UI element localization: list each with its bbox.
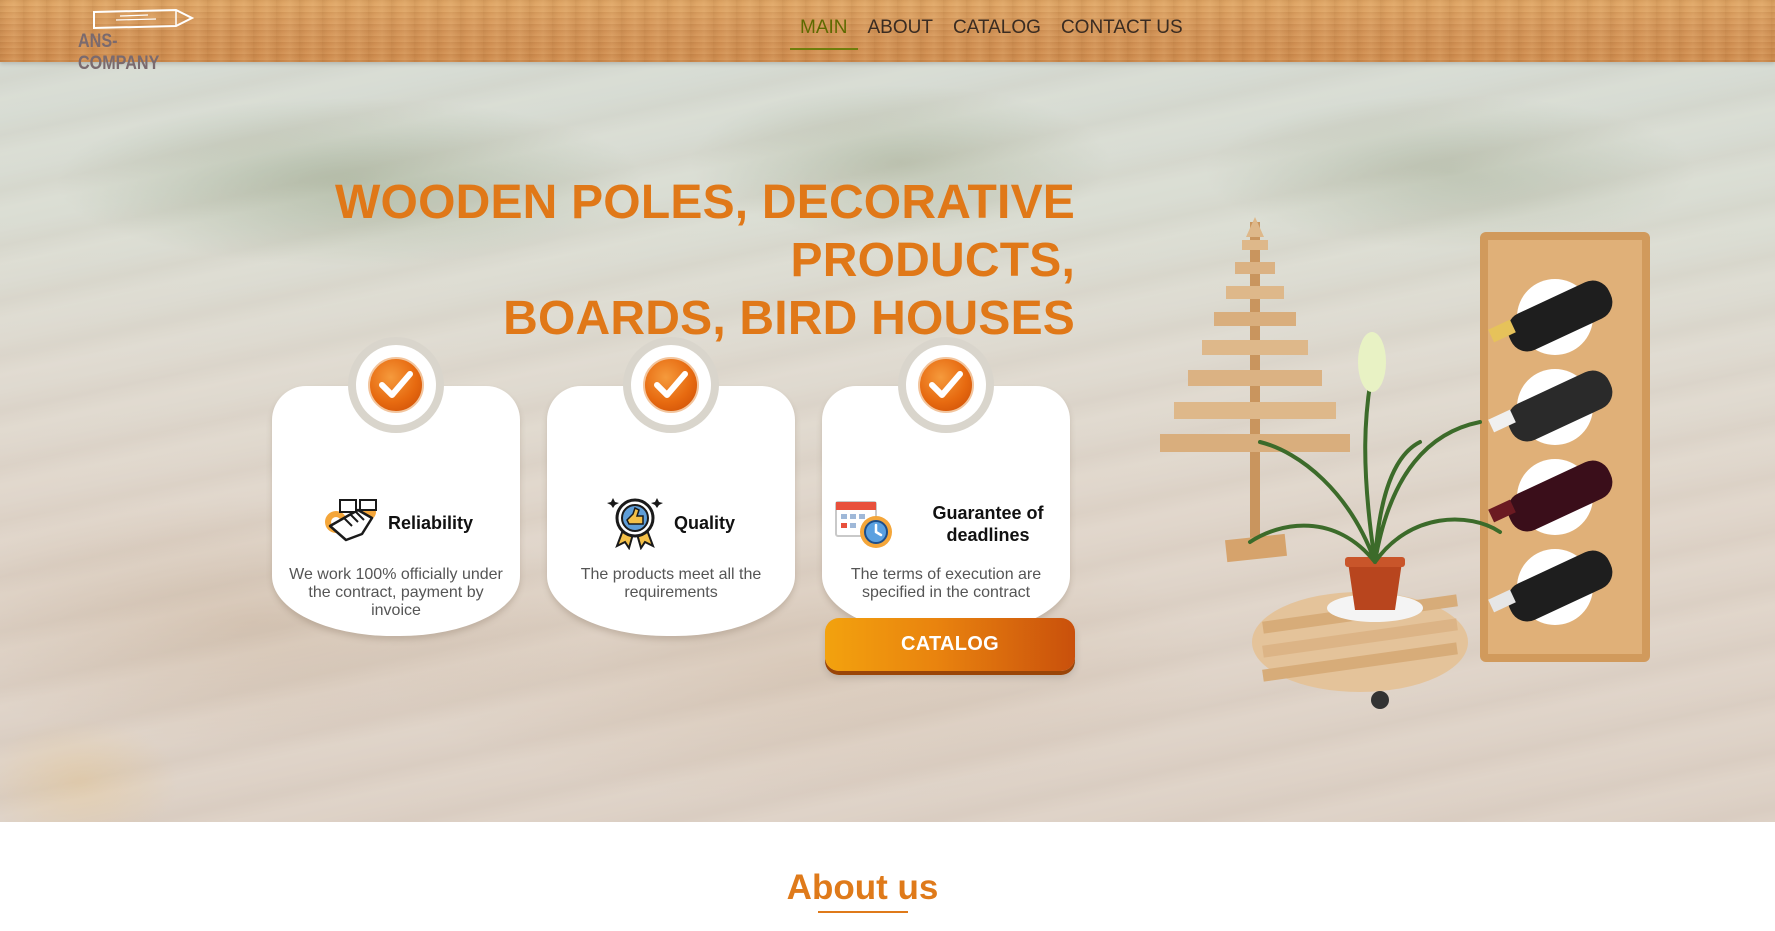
card-description: The products meet all the requirements: [580, 566, 762, 601]
card-title: Guarantee of deadlines: [932, 503, 1044, 545]
site-header: ANS-COMPANY MAIN ABOUT CATALOG CONTACT U…: [0, 0, 1775, 74]
hero-title-line-1: WOODEN POLES, DECORATIVE PRODUCTS,: [335, 176, 1075, 287]
card-description: We work 100% officially under the contra…: [289, 566, 503, 619]
main-nav: MAIN ABOUT CATALOG CONTACT US: [790, 0, 1193, 62]
nav-item-contact-us[interactable]: CONTACT US: [1051, 0, 1193, 50]
company-logo[interactable]: ANS-COMPANY: [78, 6, 203, 74]
check-icon: [643, 357, 699, 413]
about-section-title: About us: [786, 868, 939, 907]
feature-card-reliability: Reliability We work 100% officially unde…: [272, 337, 520, 636]
nav-item-about[interactable]: ABOUT: [858, 0, 943, 50]
card-header: Guarantee of deadlines: [822, 496, 1070, 550]
wine-rack-image: [1480, 232, 1650, 662]
hero-title-line-2: BOARDS, BIRD HOUSES: [503, 292, 1075, 345]
about-title-underline: [818, 911, 908, 913]
logo-text: ANS-COMPANY: [78, 31, 160, 74]
check-icon: [368, 357, 424, 413]
quality-medal-icon: [607, 496, 663, 555]
pencil-logo-icon: [93, 8, 194, 30]
plant-stand-image: [1248, 332, 1502, 709]
handshake-gears-icon: [322, 496, 382, 553]
card-header: Reliability: [272, 496, 520, 550]
check-badge: [906, 345, 986, 425]
check-icon: [918, 357, 974, 413]
products-illustration: [1150, 212, 1670, 782]
feature-card-quality: Quality The products meet all the requir…: [547, 337, 795, 636]
card-header: Quality: [547, 496, 795, 551]
catalog-button[interactable]: CATALOG: [825, 618, 1075, 671]
wooden-tree-image: [1160, 217, 1350, 563]
card-description: The terms of execution are specified in …: [850, 566, 1042, 601]
card-title: Quality: [674, 513, 736, 533]
check-badge: [631, 345, 711, 425]
check-badge: [356, 345, 436, 425]
hero-title: WOODEN POLES, DECORATIVE PRODUCTS, BOARD…: [60, 174, 1075, 348]
nav-item-catalog[interactable]: CATALOG: [943, 0, 1051, 50]
feature-card-guarantee: Guarantee of deadlines The terms of exec…: [822, 337, 1070, 636]
nav-item-main[interactable]: MAIN: [790, 0, 858, 50]
card-title: Reliability: [388, 513, 474, 533]
calendar-clock-icon: [834, 496, 896, 555]
hero-section: WOODEN POLES, DECORATIVE PRODUCTS, BOARD…: [0, 62, 1775, 822]
